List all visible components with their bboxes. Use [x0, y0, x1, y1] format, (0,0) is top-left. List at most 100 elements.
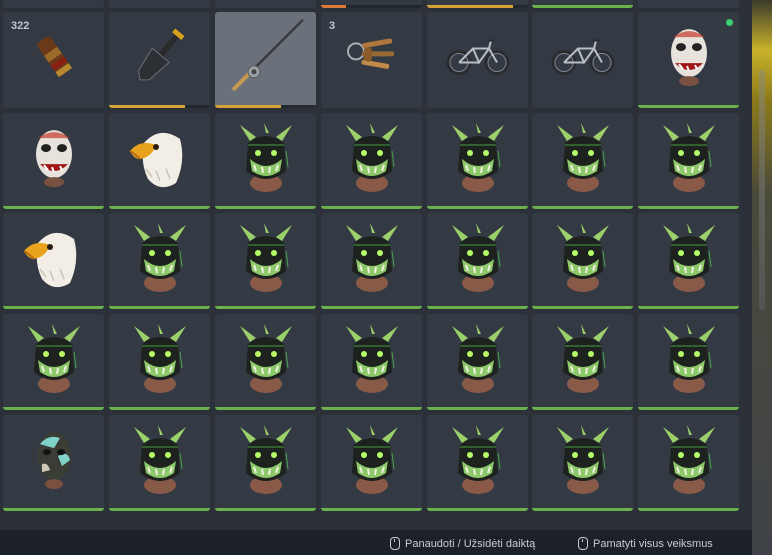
inventory-panel: 322 3 — [0, 0, 752, 530]
inventory-slot[interactable] — [321, 113, 422, 209]
inventory-slot[interactable] — [321, 213, 422, 309]
inventory-slot[interactable] — [215, 12, 316, 108]
eagle-mask-icon — [126, 121, 194, 198]
durability-bar — [532, 407, 633, 410]
durability-bar — [532, 5, 633, 8]
durability-bar — [109, 508, 210, 511]
durability-bar — [321, 407, 422, 410]
durability-bar — [638, 407, 739, 410]
demon-mask-icon — [236, 121, 296, 198]
durability-bar — [638, 508, 739, 511]
equipped-indicator — [726, 19, 733, 26]
inventory-slot[interactable] — [427, 213, 528, 309]
eagle-mask-icon — [20, 221, 88, 298]
inventory-slot[interactable] — [532, 213, 633, 309]
inventory-slot[interactable] — [109, 415, 210, 511]
inventory-slot[interactable] — [3, 415, 104, 511]
inventory-slot[interactable] — [427, 12, 528, 108]
inventory-slot[interactable] — [321, 314, 422, 410]
durability-bar — [109, 407, 210, 410]
item-count: 322 — [11, 20, 30, 32]
durability-bar — [427, 5, 513, 8]
durability-bar — [109, 206, 210, 209]
inventory-slot[interactable] — [638, 12, 739, 108]
durability-bar — [109, 105, 185, 108]
inventory-slot[interactable] — [215, 415, 316, 511]
inventory-slot[interactable] — [532, 113, 633, 209]
durability-bar — [215, 206, 316, 209]
inventory-slot[interactable] — [109, 0, 210, 8]
durability-bar — [321, 5, 347, 8]
durability-bar — [532, 508, 633, 511]
durability-bar — [427, 206, 528, 209]
inventory-slot[interactable] — [3, 0, 104, 8]
inventory-slot[interactable] — [427, 314, 528, 410]
demon-mask-icon — [659, 221, 719, 298]
camo-mask-icon — [30, 426, 78, 497]
actions-hint-label: Pamatyti visus veiksmus — [593, 537, 713, 550]
durability-bar — [215, 407, 316, 410]
inventory-slot[interactable] — [638, 213, 739, 309]
demon-mask-icon — [24, 322, 84, 399]
inventory-slot[interactable] — [638, 415, 739, 511]
inventory-slot[interactable] — [638, 0, 739, 8]
durability-bar — [215, 508, 316, 511]
clown-mask-icon — [28, 124, 80, 195]
durability-bar — [109, 306, 210, 309]
inventory-slot[interactable] — [215, 314, 316, 410]
inventory-slot[interactable] — [3, 113, 104, 209]
inventory-slot[interactable] — [215, 113, 316, 209]
demon-mask-icon — [342, 221, 402, 298]
bullet-cartridge-icon — [24, 26, 84, 91]
demon-mask-icon — [342, 322, 402, 399]
inventory-slot[interactable] — [109, 314, 210, 410]
inventory-slot[interactable] — [427, 113, 528, 209]
item-count: 3 — [329, 20, 336, 32]
inventory-slot[interactable] — [532, 415, 633, 511]
durability-bar — [3, 508, 104, 511]
inventory-slot[interactable] — [532, 12, 633, 108]
inventory-slot[interactable] — [638, 314, 739, 410]
demon-mask-icon — [659, 423, 719, 500]
inventory-slot[interactable] — [215, 213, 316, 309]
inventory-slot[interactable] — [532, 0, 633, 8]
inventory-slot[interactable] — [109, 113, 210, 209]
inventory-slot[interactable] — [638, 113, 739, 209]
inventory-slot[interactable] — [3, 213, 104, 309]
fishing-rod-icon — [221, 16, 311, 101]
inventory-slot[interactable] — [3, 314, 104, 410]
inventory-slot[interactable] — [532, 314, 633, 410]
inventory-slot[interactable] — [321, 0, 422, 8]
durability-bar — [3, 206, 104, 209]
inventory-slot[interactable]: 322 — [3, 12, 104, 108]
inventory-slot[interactable] — [427, 415, 528, 511]
demon-mask-icon — [236, 322, 296, 399]
inventory-screen: 322 3 Panaudoti / Užsidėti daiktą Pamaty… — [0, 0, 772, 555]
demon-mask-icon — [130, 221, 190, 298]
durability-bar — [638, 105, 739, 108]
inventory-slot[interactable] — [109, 12, 210, 108]
inventory-slot[interactable]: 3 — [321, 12, 422, 108]
demon-mask-icon — [448, 221, 508, 298]
scrollbar[interactable] — [759, 70, 765, 310]
durability-bar — [215, 306, 316, 309]
inventory-slot[interactable] — [215, 0, 316, 8]
inventory-slot[interactable] — [321, 415, 422, 511]
use-hint-label: Panaudoti / Užsidėti daiktą — [405, 537, 536, 550]
durability-bar — [3, 306, 104, 309]
demon-mask-icon — [342, 121, 402, 198]
demon-mask-icon — [659, 121, 719, 198]
clown-mask-icon — [663, 23, 715, 94]
demon-mask-icon — [448, 121, 508, 198]
inventory-slot[interactable] — [427, 0, 528, 8]
demon-mask-icon — [448, 322, 508, 399]
shovel-icon — [127, 23, 193, 94]
bicycle-icon — [445, 35, 511, 84]
inventory-slot[interactable] — [109, 213, 210, 309]
durability-bar — [321, 206, 422, 209]
mouse-left-icon — [390, 537, 400, 550]
demon-mask-icon — [553, 423, 613, 500]
use-hint: Panaudoti / Užsidėti daiktą — [390, 537, 535, 550]
durability-bar — [321, 508, 422, 511]
mouse-right-icon — [578, 537, 588, 550]
